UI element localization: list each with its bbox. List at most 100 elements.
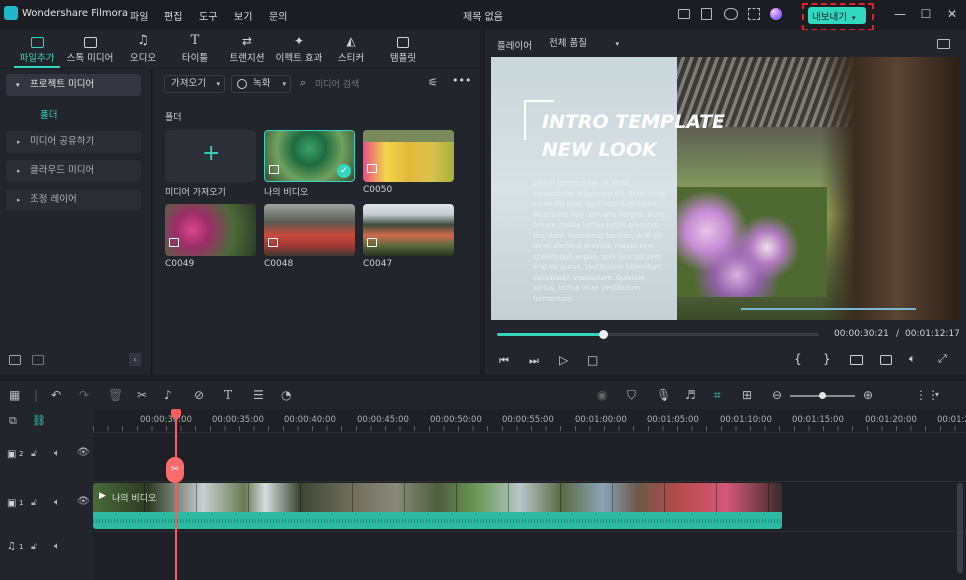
marker-icon[interactable]: ⛉ (627, 388, 636, 403)
play-icon[interactable]: ▷ (559, 353, 568, 367)
tab-templates[interactable]: 템플릿 (374, 34, 432, 64)
tab-stickers[interactable]: ◭ 스티커 (322, 34, 380, 64)
menu-view[interactable]: 보기 (234, 8, 252, 23)
stop-icon[interactable]: □ (587, 353, 598, 367)
folder-icon[interactable] (32, 355, 44, 365)
fullscreen-icon[interactable]: ⤢ (938, 352, 947, 366)
chevron-down-icon[interactable]: ▾ (935, 390, 939, 399)
media-item-my-video[interactable]: ✓ (264, 130, 355, 182)
text-icon[interactable]: T (224, 388, 232, 402)
eye-icon[interactable]: 👁︎ (77, 496, 90, 507)
media-item-c0047[interactable] (363, 204, 454, 256)
mute-icon[interactable]: 🔈︎ (54, 448, 60, 459)
video-track-icon: ▣ (7, 449, 17, 460)
new-folder-icon[interactable] (9, 355, 21, 365)
more-options-icon[interactable]: ••• (452, 74, 471, 87)
import-dropdown[interactable]: 가져오기 ▾ (164, 75, 225, 93)
menu-edit[interactable]: 편집 (164, 8, 182, 23)
media-item-c0050[interactable] (363, 130, 454, 182)
cloud-upload-icon[interactable] (724, 8, 738, 20)
audio-mix-icon[interactable]: ♬ (685, 388, 696, 402)
save-icon[interactable] (701, 8, 712, 20)
tab-stock-media[interactable]: 스톡 미디어 (61, 34, 119, 64)
microphone-icon[interactable]: 🎙︎ (656, 388, 671, 402)
export-button[interactable]: 내보내기 ▾ (808, 7, 866, 24)
redo-icon[interactable]: ↷ (79, 388, 89, 402)
minimize-icon[interactable]: — (892, 6, 908, 22)
menu-file[interactable]: 파일 (130, 8, 148, 23)
mute-icon[interactable]: 🔈︎ (54, 497, 60, 508)
delete-icon[interactable]: 🗑︎ (108, 388, 123, 402)
tab-titles[interactable]: T 타이틀 (166, 34, 224, 65)
search-input[interactable] (315, 77, 415, 92)
camera-snapshot-icon[interactable] (880, 355, 892, 365)
speed-icon[interactable]: ◔ (281, 388, 291, 402)
undo-icon[interactable]: ↶ (51, 388, 61, 402)
lock-icon[interactable]: 🔓︎ (31, 498, 37, 508)
media-item-c0049[interactable] (165, 204, 256, 256)
close-icon[interactable]: ✕ (944, 6, 960, 22)
playback-progress-knob[interactable] (599, 330, 609, 339)
tab-transitions[interactable]: ⇄ 트랜지션 (218, 34, 276, 64)
sidebar-item-adjustment-layer[interactable]: ▸ 조정 레이어 (6, 189, 141, 211)
mark-out-icon[interactable]: } (823, 352, 831, 366)
time-ruler[interactable]: 00:00:30:00 00:00:35:00 00:00:40:00 00:0… (93, 409, 966, 433)
eye-icon[interactable]: 👁︎ (77, 447, 90, 458)
split-scissors-icon[interactable]: ✂ (166, 457, 184, 483)
media-item-c0048[interactable] (264, 204, 355, 256)
audio-edit-icon[interactable]: ♪ (164, 388, 172, 402)
mute-icon[interactable]: 🔈︎ (54, 541, 60, 552)
mask-icon[interactable]: ⊘ (194, 388, 204, 402)
render-preview-icon[interactable]: ◉ (597, 388, 607, 402)
step-back-icon[interactable]: ⏮ (499, 354, 509, 368)
chevron-down-icon: ▾ (16, 81, 20, 89)
mark-in-icon[interactable]: { (794, 352, 802, 366)
playback-progress-track[interactable] (497, 330, 819, 339)
timeline-vertical-scrollbar[interactable] (957, 483, 963, 573)
volume-icon[interactable]: 🔈︎ (909, 352, 916, 366)
adjust-icon[interactable]: ☰ (253, 388, 264, 402)
quality-dropdown[interactable]: 전체 품질 ▾ (543, 35, 623, 53)
snapshot-image-icon[interactable] (937, 39, 950, 49)
layout-grid-icon[interactable]: ▦ (9, 388, 20, 402)
playhead-line[interactable] (175, 417, 177, 580)
sidebar-item-media-sharing[interactable]: ▸ 미디어 공유하기 (6, 131, 141, 153)
maximize-icon[interactable]: ☐ (918, 6, 934, 22)
menu-help[interactable]: 문의 (269, 8, 287, 23)
link-icon[interactable]: ⛓︎ (32, 414, 46, 427)
fit-timeline-icon[interactable]: ⊞ (742, 388, 752, 402)
chevron-right-icon: ▸ (17, 138, 21, 146)
collapse-panel-icon[interactable]: ‹ (129, 353, 141, 366)
step-forward-icon[interactable]: ⏭ (529, 354, 539, 368)
lock-icon[interactable]: 🔓︎ (31, 449, 37, 459)
video-clip[interactable]: ▶ 나의 비디오 (93, 483, 782, 529)
zoom-out-icon[interactable]: ⊖ (772, 388, 782, 402)
tab-effects[interactable]: ✦ 이펙트 효과 (270, 34, 328, 64)
split-scissors-icon[interactable]: ✂ (137, 388, 147, 402)
zoom-slider-track[interactable] (790, 392, 855, 399)
tab-audio[interactable]: ♫ 오디오 (114, 34, 172, 65)
checkmark-icon: ✓ (337, 164, 351, 178)
title-bar: Wondershare Filmora 파일 편집 도구 보기 문의 제목 없음… (0, 0, 966, 31)
sidebar-item-label: 클라우드 미디어 (30, 165, 95, 176)
record-dropdown[interactable]: 녹화 ▾ (231, 75, 291, 93)
tab-label: 오디오 (129, 53, 157, 64)
add-track-icon[interactable]: ⧉ (9, 414, 17, 428)
layout-icon[interactable] (678, 9, 690, 19)
sidebar-item-folder[interactable]: 폴더 (40, 107, 57, 121)
import-media-tile[interactable]: + (165, 130, 256, 182)
snap-icon[interactable]: ⌗ (714, 388, 721, 403)
filter-sort-icon[interactable]: ⚟ (428, 76, 438, 89)
sidebar-item-cloud-media[interactable]: ▸ 클라우드 미디어 (6, 160, 141, 182)
account-avatar-icon[interactable] (770, 8, 782, 20)
grid-apps-icon[interactable] (748, 8, 760, 20)
lock-icon[interactable]: 🔓︎ (31, 542, 37, 552)
music-track-icon: ♫ (7, 541, 16, 552)
zoom-in-icon[interactable]: ⊕ (863, 388, 873, 402)
tab-media[interactable]: 파일추가 (8, 34, 66, 64)
display-monitor-icon[interactable] (850, 355, 863, 365)
sidebar-item-project-media[interactable]: ▾ 프로젝트 미디어 (6, 74, 141, 96)
menu-tools[interactable]: 도구 (199, 8, 217, 23)
zoom-slider-knob[interactable] (819, 392, 826, 399)
chevron-down-icon: ▾ (615, 40, 619, 48)
